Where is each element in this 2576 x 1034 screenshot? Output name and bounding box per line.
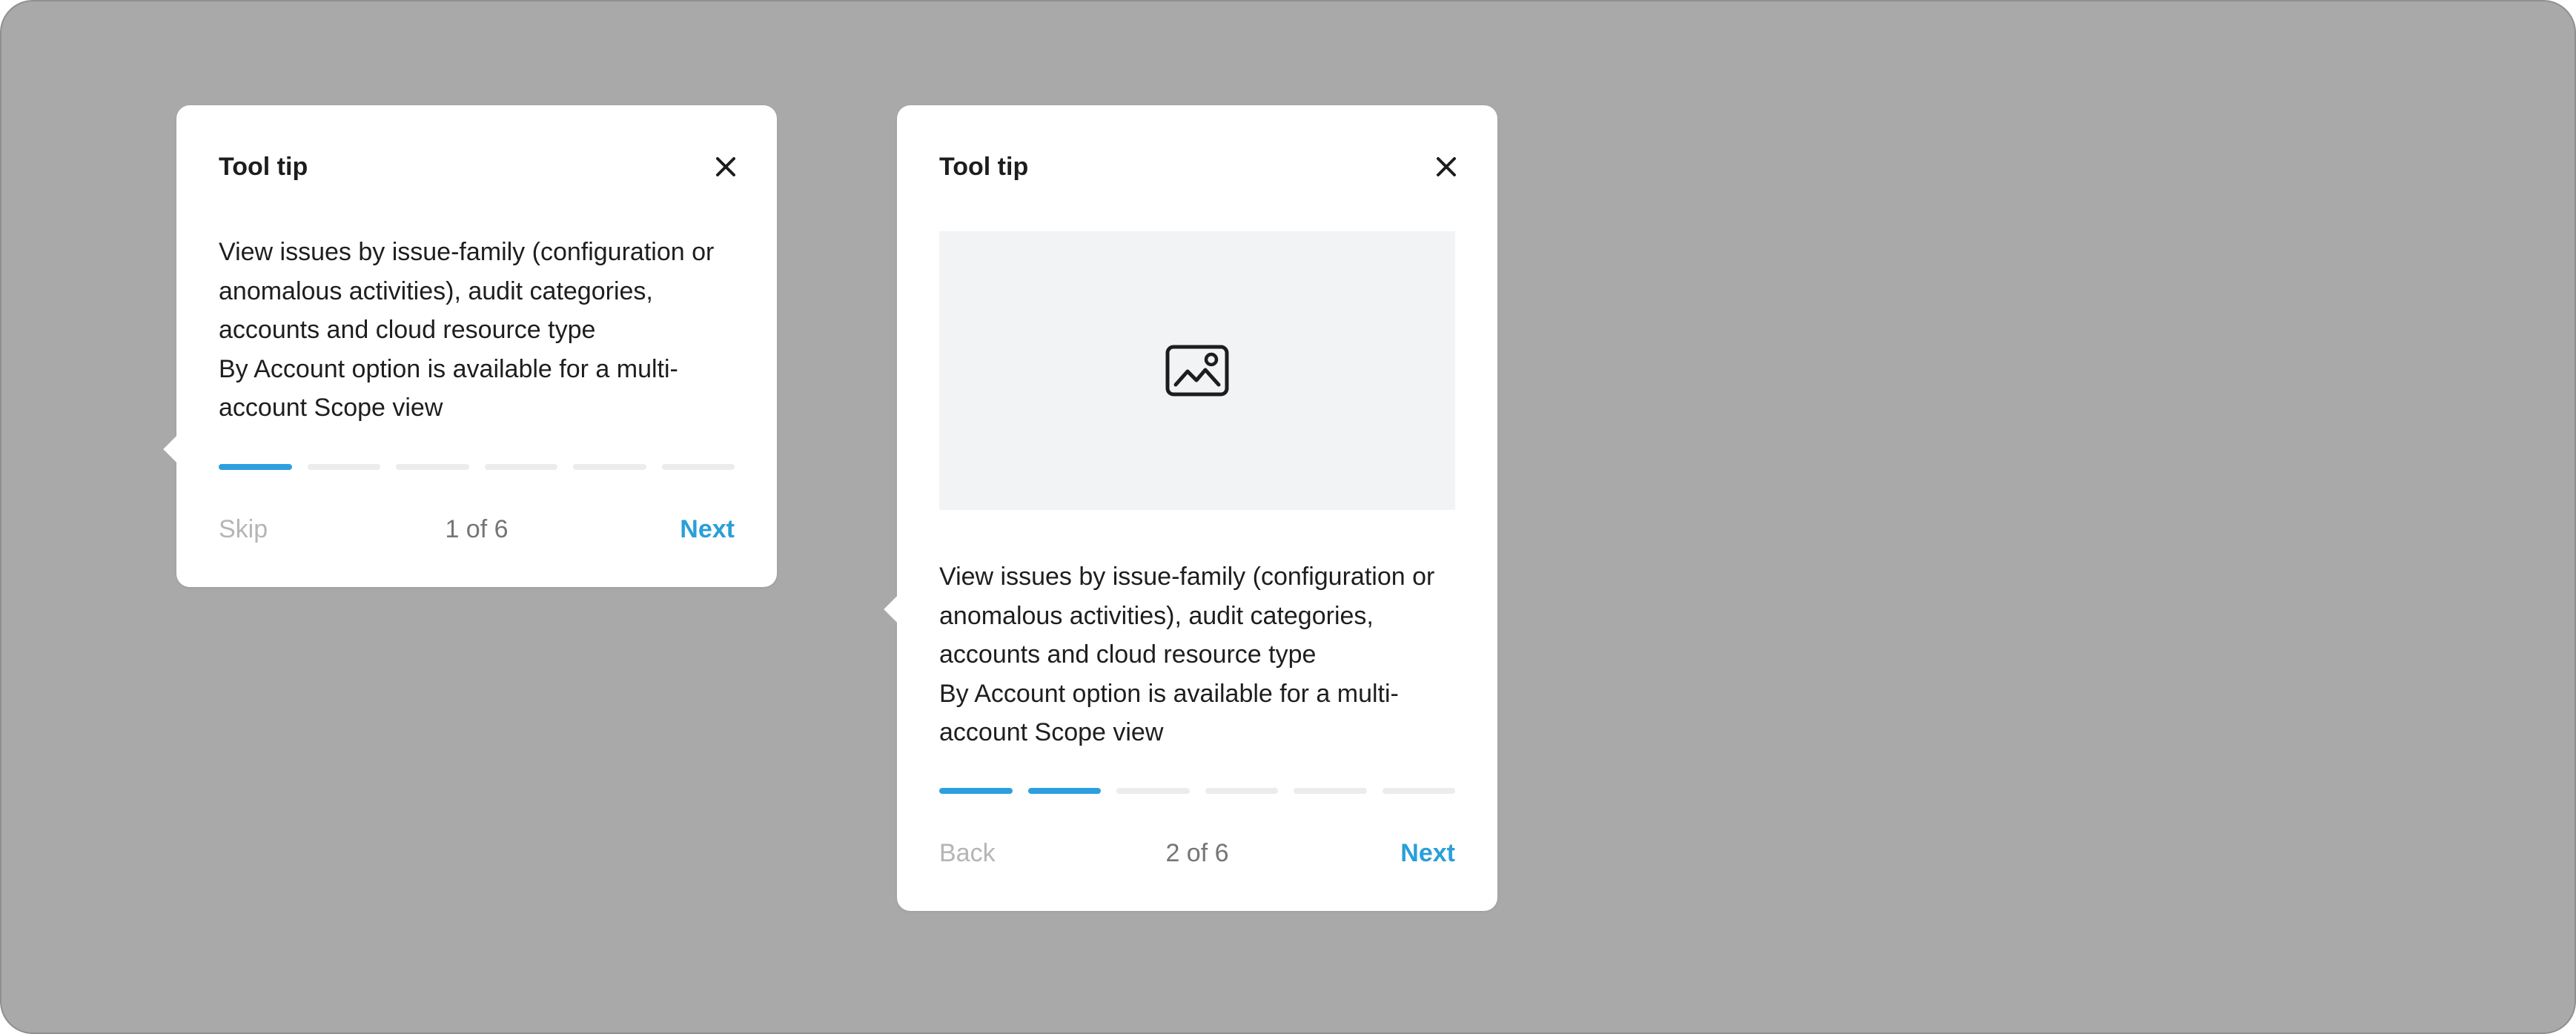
progress-segment (1205, 788, 1278, 794)
step-counter: 2 of 6 (1165, 839, 1229, 867)
backdrop: Tool tip View issues by issue-family (co… (0, 0, 2576, 1034)
tooltip-body-paragraph: By Account option is available for a mul… (939, 679, 1399, 747)
tooltip-step-2: Tool tip View issues by issue-family (co… (884, 105, 1497, 911)
tooltip-pointer (884, 594, 913, 624)
tooltip-body: View issues by issue-family (configurati… (939, 557, 1458, 752)
progress-segment (661, 464, 735, 470)
step-progress (219, 464, 735, 470)
tooltip-footer: Back 2 of 6 Next (939, 835, 1455, 872)
progress-segment (573, 464, 646, 470)
tooltip-footer: Skip 1 of 6 Next (219, 511, 735, 548)
next-button[interactable]: Next (680, 511, 735, 548)
close-icon[interactable] (1435, 156, 1457, 178)
close-icon[interactable] (715, 156, 737, 178)
progress-segment-complete (1027, 788, 1101, 794)
tooltip-step-1: Tool tip View issues by issue-family (co… (163, 105, 777, 587)
progress-segment (1116, 788, 1190, 794)
tooltip-body-paragraph: View issues by issue-family (configurati… (219, 238, 715, 344)
media-placeholder (939, 231, 1455, 510)
tooltip-title: Tool tip (939, 153, 1029, 181)
progress-segment (307, 464, 380, 470)
next-button[interactable]: Next (1400, 835, 1455, 872)
tooltip-pointer (163, 434, 193, 464)
tooltip-body: View issues by issue-family (configurati… (219, 233, 738, 428)
progress-segment (1382, 788, 1455, 794)
progress-segment (484, 464, 557, 470)
progress-segment (396, 464, 469, 470)
progress-segment-complete (219, 464, 292, 470)
image-icon (1165, 345, 1229, 397)
tooltip-body-paragraph: View issues by issue-family (configurati… (939, 563, 1435, 669)
progress-segment (1294, 788, 1367, 794)
tooltip-body-paragraph: By Account option is available for a mul… (219, 354, 678, 422)
progress-segment-complete (939, 788, 1013, 794)
step-progress (939, 788, 1455, 794)
tooltip-title: Tool tip (219, 153, 308, 181)
step-counter: 1 of 6 (445, 515, 509, 543)
